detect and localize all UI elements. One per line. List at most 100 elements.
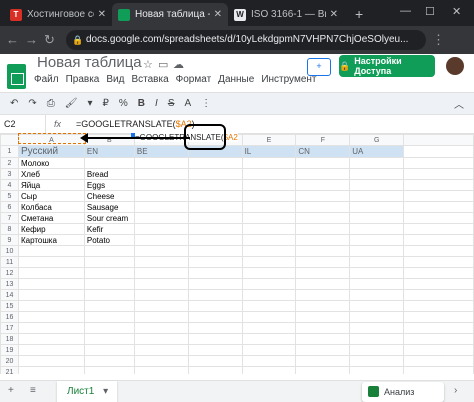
cell[interactable] [187, 355, 243, 367]
explore-button[interactable]: Анализ данных [362, 382, 444, 402]
bold-icon[interactable]: B [138, 98, 145, 109]
cell[interactable]: Колбаса [17, 201, 85, 213]
document-title[interactable]: Новая таблица [37, 54, 142, 71]
row-header[interactable]: 21 [0, 366, 19, 374]
cell[interactable] [133, 168, 189, 180]
row-header[interactable]: 5 [0, 190, 19, 202]
cell[interactable]: Кефир [17, 223, 85, 235]
cell[interactable] [83, 278, 135, 290]
cell[interactable] [349, 245, 405, 257]
share-button[interactable]: 🔒 Настройки Доступа [339, 55, 435, 77]
italic-icon[interactable]: I [155, 98, 158, 109]
cell[interactable] [349, 234, 405, 246]
cell[interactable] [187, 311, 243, 323]
cell[interactable] [17, 355, 85, 367]
cell[interactable] [83, 256, 135, 268]
menu-file[interactable]: Файл [34, 74, 59, 85]
cell[interactable] [187, 300, 243, 312]
cell[interactable] [241, 333, 297, 345]
cell[interactable] [403, 190, 474, 202]
row-header[interactable]: 14 [0, 289, 19, 301]
row-header[interactable]: 12 [0, 267, 19, 279]
text-color-icon[interactable]: A [184, 98, 191, 109]
close-window-icon[interactable]: ✕ [452, 5, 461, 18]
cell[interactable] [133, 256, 189, 268]
browser-tab[interactable]: W ISO 3166-1 — Википедия ✕ [228, 3, 344, 26]
cell[interactable] [133, 355, 189, 367]
cell[interactable] [187, 267, 243, 279]
cell[interactable] [83, 355, 135, 367]
cell[interactable] [241, 168, 297, 180]
row-header[interactable]: 19 [0, 344, 19, 356]
print-icon[interactable]: ⎙ [47, 98, 55, 109]
row-header[interactable]: 6 [0, 201, 19, 213]
cell[interactable] [187, 278, 243, 290]
cell[interactable] [187, 256, 243, 268]
cell[interactable]: Молоко [17, 157, 85, 169]
cell[interactable] [241, 355, 297, 367]
cell[interactable] [187, 168, 243, 180]
cell[interactable] [17, 333, 85, 345]
cell[interactable] [187, 179, 243, 191]
cell[interactable] [133, 311, 189, 323]
cell[interactable] [187, 322, 243, 334]
cell[interactable] [187, 289, 243, 301]
menu-kebab-icon[interactable]: ⋮ [432, 32, 445, 48]
cell[interactable] [349, 366, 405, 374]
cell[interactable] [295, 366, 351, 374]
strikethrough-icon[interactable]: S [168, 98, 175, 109]
select-all-corner[interactable] [0, 134, 19, 146]
cell[interactable] [295, 190, 351, 202]
cell[interactable] [295, 212, 351, 224]
cell[interactable] [403, 355, 474, 367]
cell[interactable] [133, 322, 189, 334]
cell[interactable] [403, 157, 474, 169]
cell[interactable] [403, 366, 474, 374]
cell[interactable] [241, 344, 297, 356]
cell[interactable] [349, 201, 405, 213]
lang-header-cell[interactable]: CN [295, 145, 351, 158]
cell[interactable] [241, 300, 297, 312]
cell[interactable] [403, 168, 474, 180]
cell[interactable] [187, 201, 243, 213]
cell[interactable] [295, 245, 351, 257]
row-header[interactable]: 9 [0, 234, 19, 246]
collapse-toolbar-icon[interactable]: ︿ [454, 96, 464, 111]
paint-format-icon[interactable]: 🖌 [65, 98, 78, 109]
cell[interactable] [403, 333, 474, 345]
reload-icon[interactable]: ↻ [44, 32, 55, 48]
cell[interactable] [403, 223, 474, 235]
row-header[interactable]: 10 [0, 245, 19, 257]
maximize-icon[interactable]: ☐ [425, 5, 435, 18]
cell[interactable] [349, 212, 405, 224]
cell[interactable] [349, 344, 405, 356]
cell[interactable] [241, 223, 297, 235]
cell[interactable] [403, 234, 474, 246]
cell[interactable] [187, 223, 243, 235]
cell[interactable] [187, 157, 243, 169]
cell[interactable] [241, 201, 297, 213]
lang-header-cell[interactable]: EN [83, 145, 135, 158]
cell[interactable] [295, 355, 351, 367]
cell[interactable] [241, 267, 297, 279]
cell[interactable]: Potato [83, 234, 135, 246]
cell[interactable] [133, 201, 189, 213]
cell[interactable] [349, 179, 405, 191]
cell[interactable] [403, 344, 474, 356]
cell[interactable] [133, 234, 189, 246]
cell[interactable] [133, 245, 189, 257]
currency-icon[interactable]: ₽ [103, 98, 109, 109]
present-button[interactable]: + [307, 58, 331, 76]
percent-icon[interactable]: % [119, 98, 128, 109]
minimize-icon[interactable]: — [400, 5, 411, 17]
cell[interactable] [17, 366, 85, 374]
all-sheets-icon[interactable]: ≡ [30, 385, 36, 396]
close-tab-icon[interactable]: ✕ [214, 9, 222, 20]
cell[interactable] [349, 157, 405, 169]
star-icon[interactable]: ☆ [143, 58, 153, 71]
cell[interactable] [133, 223, 189, 235]
cell[interactable] [403, 179, 474, 191]
lang-header-cell[interactable]: UA [349, 145, 405, 158]
cell[interactable] [187, 234, 243, 246]
menu-view[interactable]: Вид [106, 74, 124, 85]
